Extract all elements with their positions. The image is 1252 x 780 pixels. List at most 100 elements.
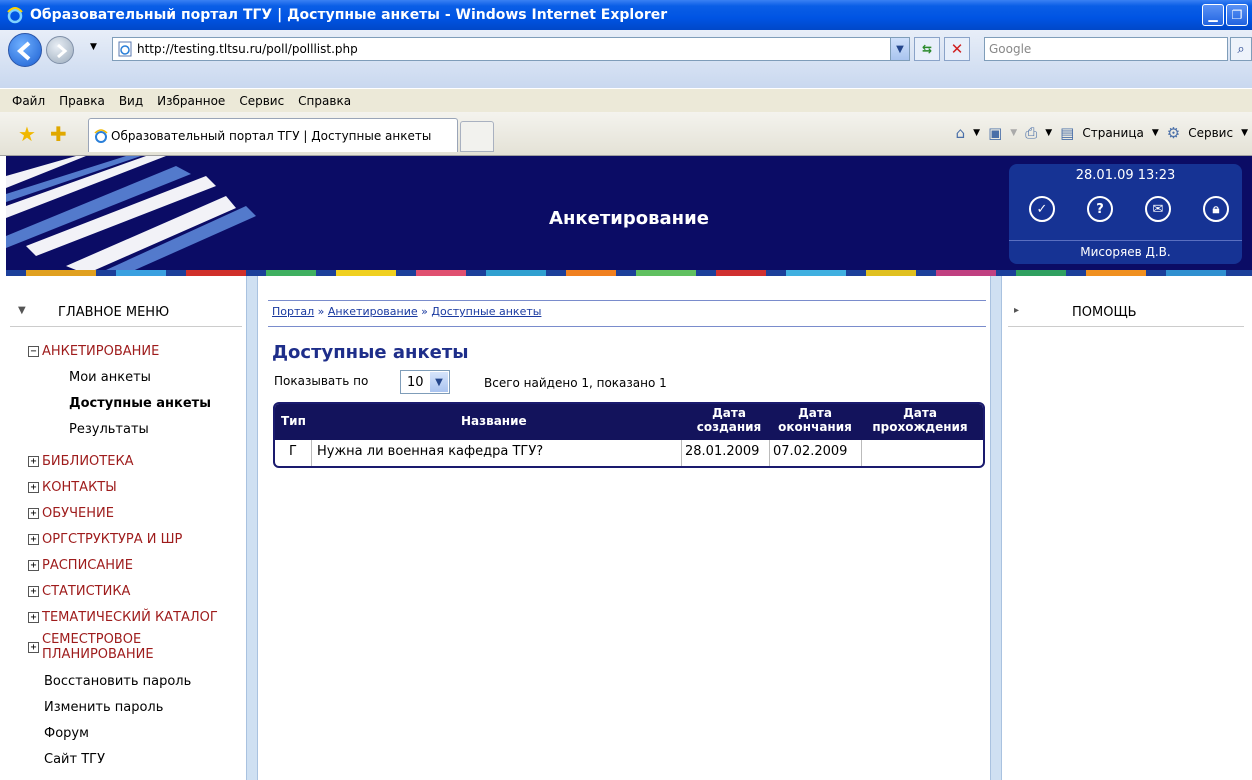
print-icon[interactable]: ⎙ [1025, 124, 1037, 142]
search-input[interactable]: Google [984, 37, 1228, 61]
header-ends-line1: Дата [798, 406, 832, 420]
main-menu-header[interactable]: ▼ ГЛАВНОЕ МЕНЮ [10, 305, 242, 327]
sidebar-item-label: РАСПИСАНИЕ [42, 558, 133, 573]
search-button[interactable]: ⌕ [1230, 37, 1252, 61]
check-icon[interactable]: ✓ [1029, 196, 1055, 222]
page-size-select[interactable]: 10 ▼ [400, 370, 450, 394]
right-panel-splitter[interactable] [990, 276, 1002, 780]
breadcrumb-polling[interactable]: Анкетирование [328, 305, 418, 318]
header-created-line1: Дата [712, 406, 746, 420]
table-row[interactable]: Г Нужна ли военная кафедра ТГУ? 28.01.20… [275, 440, 983, 466]
sidebar-subitem-available-polls[interactable]: Доступные анкеты [69, 396, 211, 411]
plus-box-icon: + [28, 560, 39, 571]
menu-file[interactable]: Файл [12, 94, 45, 108]
feeds-icon[interactable]: ▣ [988, 124, 1002, 142]
sidebar-item-label: ОРГСТРУКТУРА И ШР [42, 532, 183, 547]
sidebar-item-ankety[interactable]: − АНКЕТИРОВАНИЕ [28, 344, 159, 359]
mail-icon[interactable]: ✉ [1145, 196, 1171, 222]
home-dropdown-icon[interactable]: ▼ [973, 128, 980, 138]
breadcrumb-available-polls[interactable]: Доступные анкеты [431, 305, 541, 318]
header-ends[interactable]: Дата окончания [771, 406, 859, 434]
cell-name[interactable]: Нужна ли военная кафедра ТГУ? [317, 444, 543, 459]
new-tab-button[interactable] [460, 121, 494, 152]
sidebar-item-education[interactable]: + ОБУЧЕНИЕ [28, 506, 114, 521]
sidebar-item-label: АНКЕТИРОВАНИЕ [42, 344, 160, 359]
help-icon[interactable]: ? [1087, 196, 1113, 222]
column-divider [681, 440, 682, 466]
tools-gear-icon: ⚙ [1166, 124, 1181, 142]
ie-page-icon [94, 129, 108, 143]
link-tgu-site[interactable]: Сайт ТГУ [44, 752, 105, 767]
sidebar-item-library[interactable]: + БИБЛИОТЕКА [28, 454, 134, 469]
address-toolbar: ▼ http://testing.tltsu.ru/poll/polllist.… [0, 30, 1252, 88]
left-panel-splitter[interactable] [246, 276, 258, 780]
sidebar-item-catalog[interactable]: + ТЕМАТИЧЕСКИЙ КАТАЛОГ [28, 610, 218, 625]
sidebar-item-schedule[interactable]: + РАСПИСАНИЕ [28, 558, 133, 573]
user-name: Мисоряев Д.В. [1009, 240, 1242, 259]
page-menu-button[interactable]: Страница [1082, 126, 1144, 140]
back-arrow-icon [16, 41, 31, 61]
header-created[interactable]: Дата создания [687, 406, 771, 434]
header-passed[interactable]: Дата прохождения [859, 406, 981, 434]
expand-arrow-icon: ▸ [1014, 305, 1020, 316]
link-forum[interactable]: Форум [44, 726, 89, 741]
menu-edit[interactable]: Правка [59, 94, 105, 108]
address-field[interactable]: http://testing.tltsu.ru/poll/polllist.ph… [112, 37, 910, 61]
help-header[interactable]: ▸ ПОМОЩЬ [1008, 305, 1244, 327]
table-header: Тип Название Дата создания Дата окончани… [275, 404, 983, 440]
results-count: Всего найдено 1, показано 1 [484, 376, 667, 390]
link-restore-password[interactable]: Восстановить пароль [44, 674, 191, 689]
lock-icon[interactable]: 🔒︎ [1203, 196, 1229, 222]
sidebar-item-label: КОНТАКТЫ [42, 480, 117, 495]
header-created-line2: создания [696, 420, 762, 434]
history-dropdown-icon[interactable]: ▼ [90, 42, 97, 52]
header-type[interactable]: Тип [281, 414, 306, 428]
sidebar-item-label: СТАТИСТИКА [42, 584, 131, 599]
ie-logo-icon [7, 7, 23, 24]
header-name[interactable]: Название [461, 414, 527, 428]
menu-tools[interactable]: Сервис [239, 94, 284, 108]
breadcrumb-separator: » [421, 305, 428, 318]
favorites-star-icon[interactable]: ★ [18, 122, 36, 146]
forward-button[interactable] [46, 36, 74, 64]
print-dropdown-icon[interactable]: ▼ [1045, 128, 1052, 138]
header-ends-line2: окончания [778, 420, 852, 434]
refresh-button[interactable]: ⇆ [914, 37, 940, 61]
minimize-button[interactable]: ▁ [1202, 4, 1224, 26]
home-icon[interactable]: ⌂ [956, 124, 966, 142]
menu-bar: Файл Правка Вид Избранное Сервис Справка [0, 88, 1252, 112]
page-size-label: Показывать по [274, 374, 369, 388]
tools-menu-button[interactable]: Сервис [1188, 126, 1233, 140]
menu-help[interactable]: Справка [298, 94, 351, 108]
add-favorites-icon[interactable]: ✚ [50, 122, 67, 146]
breadcrumb-portal[interactable]: Портал [272, 305, 314, 318]
breadcrumb-top-divider [268, 300, 986, 301]
plus-box-icon: + [28, 612, 39, 623]
minus-box-icon: − [28, 346, 39, 357]
sidebar-item-label: ТЕМАТИЧЕСКИЙ КАТАЛОГ [42, 610, 218, 625]
sidebar-subitem-results[interactable]: Результаты [69, 422, 149, 437]
header-passed-line1: Дата [903, 406, 937, 420]
menu-view[interactable]: Вид [119, 94, 143, 108]
restore-button[interactable]: ❐ [1226, 4, 1248, 26]
window-title: Образовательный портал ТГУ | Доступные а… [30, 7, 668, 23]
sidebar-item-semester-planning[interactable]: + СЕМЕСТРОВОЕ ПЛАНИРОВАНИЕ [28, 632, 154, 662]
cell-created: 28.01.2009 [685, 444, 760, 459]
link-change-password[interactable]: Изменить пароль [44, 700, 163, 715]
url-text: http://testing.tltsu.ru/poll/polllist.ph… [137, 42, 358, 56]
plus-box-icon: + [28, 456, 39, 467]
sidebar-item-org-structure[interactable]: + ОРГСТРУКТУРА И ШР [28, 532, 182, 547]
site-banner: Анкетирование 28.01.09 13:23 ✓ ? ✉ 🔒︎ Ми… [6, 156, 1252, 276]
sidebar-item-label: БИБЛИОТЕКА [42, 454, 134, 469]
back-button[interactable] [8, 33, 42, 67]
cell-ends: 07.02.2009 [773, 444, 848, 459]
chevron-down-icon: ▼ [430, 372, 448, 392]
sidebar-item-statistics[interactable]: + СТАТИСТИКА [28, 584, 130, 599]
sidebar-subitem-my-polls[interactable]: Мои анкеты [69, 370, 151, 385]
address-dropdown-button[interactable]: ▼ [890, 37, 910, 61]
stop-button[interactable]: ✕ [944, 37, 970, 61]
tab-current[interactable]: Образовательный портал ТГУ | Доступные а… [88, 118, 458, 152]
sidebar-item-contacts[interactable]: + КОНТАКТЫ [28, 480, 117, 495]
menu-favorites[interactable]: Избранное [157, 94, 225, 108]
tools-dropdown-icon: ▼ [1241, 128, 1248, 138]
